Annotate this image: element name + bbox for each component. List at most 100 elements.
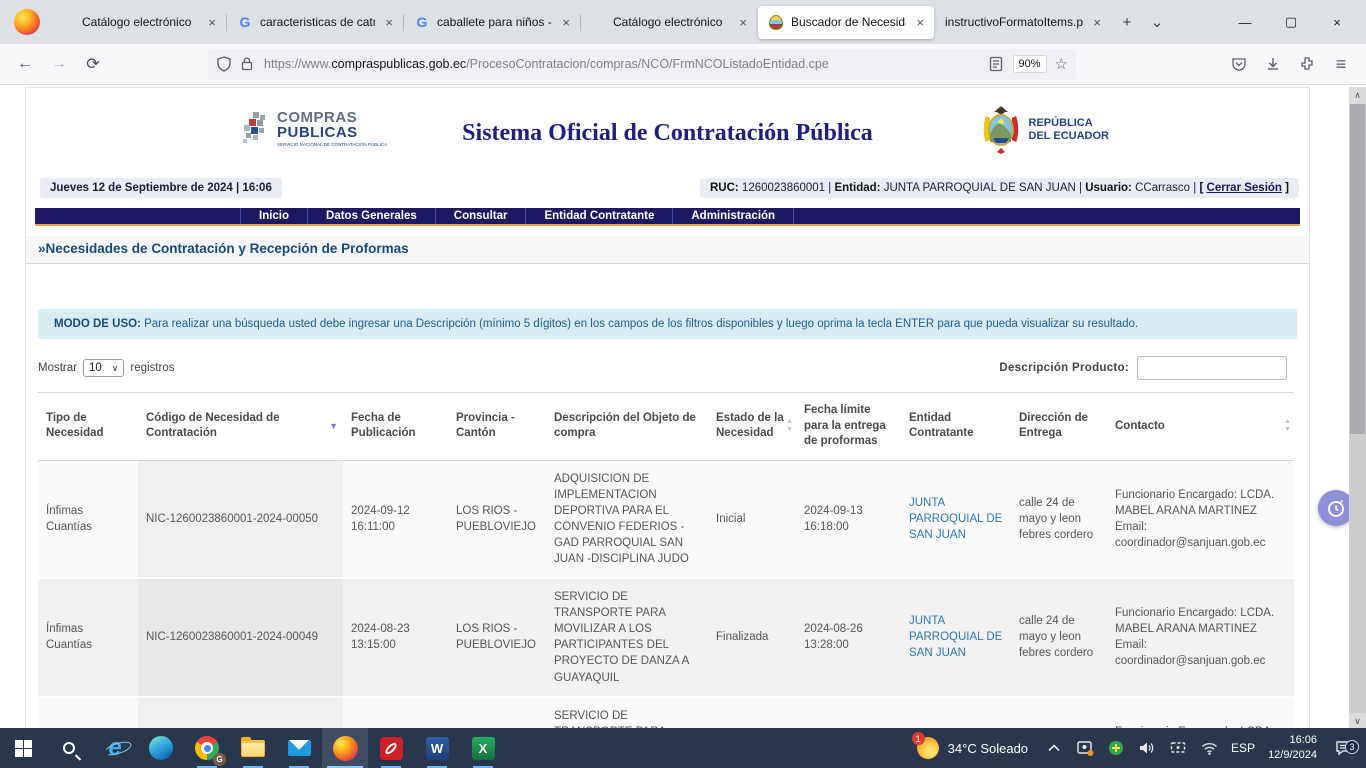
pocket-icon[interactable] bbox=[1230, 55, 1248, 73]
scrollbar-thumb[interactable] bbox=[1350, 104, 1365, 434]
minimize-button[interactable]: — bbox=[1222, 0, 1268, 44]
tab-instructivo[interactable]: instructivoFormatoItems.p × bbox=[935, 6, 1111, 39]
url-text[interactable]: https://www.compraspublicas.gob.ec/Proce… bbox=[264, 57, 981, 71]
zoom-level-button[interactable]: 90% bbox=[1013, 55, 1047, 73]
page-title-bar: »Necesidades de Contratación y Recepción… bbox=[26, 236, 1309, 264]
acrobat-icon bbox=[380, 737, 403, 760]
lock-icon[interactable] bbox=[240, 56, 256, 72]
taskbar-excel[interactable]: X bbox=[460, 728, 506, 768]
tab-caracteristicas[interactable]: G caracteristicas de catre × bbox=[227, 6, 403, 39]
word-icon: W bbox=[426, 737, 449, 760]
necesidades-table: Tipo de Necesidad Código de Necesidad de… bbox=[38, 392, 1294, 768]
url-scheme: https://www. bbox=[264, 57, 331, 71]
descripcion-producto-input[interactable] bbox=[1137, 356, 1287, 380]
col-fecha-publicacion[interactable]: Fecha de Publicación bbox=[343, 393, 448, 461]
list-tabs-icon[interactable]: ⌄ bbox=[1142, 7, 1172, 37]
sort-both-icon[interactable]: ▲▼ bbox=[786, 418, 793, 434]
new-tab-button[interactable]: + bbox=[1112, 7, 1142, 37]
scroll-up-icon[interactable]: ∧ bbox=[1349, 87, 1366, 104]
antivirus-icon[interactable] bbox=[1107, 739, 1125, 757]
reload-button[interactable]: ⟳ bbox=[78, 49, 108, 79]
taskbar-chrome[interactable]: G bbox=[184, 728, 230, 768]
tray-expand-chevron-icon[interactable] bbox=[1045, 739, 1063, 757]
screen-share-icon[interactable] bbox=[1076, 739, 1094, 757]
close-window-button[interactable]: × bbox=[1314, 0, 1360, 44]
col-estado[interactable]: Estado de la Necesidad▲▼ bbox=[708, 393, 796, 461]
windows-logo-icon bbox=[15, 740, 32, 757]
taskbar-edge[interactable] bbox=[138, 728, 184, 768]
menu-item-datos-generales[interactable]: Datos Generales bbox=[308, 208, 436, 224]
entidad-value: JUNTA PARROQUIAL DE SAN JUAN bbox=[884, 182, 1076, 194]
tab-close-icon[interactable]: × bbox=[913, 14, 927, 31]
volume-icon[interactable] bbox=[1138, 739, 1156, 757]
page-scrollbar[interactable]: ∧ ∨ bbox=[1349, 87, 1366, 730]
menu-item-inicio[interactable]: Inicio bbox=[240, 208, 308, 224]
forward-button[interactable]: → bbox=[44, 49, 74, 79]
col-contacto[interactable]: Contacto▲▼ bbox=[1107, 393, 1294, 461]
tab-title: Buscador de Necesidad bbox=[791, 15, 906, 29]
sort-both-icon[interactable]: ▲▼ bbox=[1284, 418, 1291, 434]
menu-item-consultar[interactable]: Consultar bbox=[436, 208, 527, 224]
reader-view-icon[interactable] bbox=[989, 56, 1005, 72]
tab-buscador-active[interactable]: Buscador de Necesidad × bbox=[758, 6, 934, 39]
wifi-icon[interactable] bbox=[1200, 739, 1218, 757]
col-codigo[interactable]: Código de Necesidad de Contratación▼ bbox=[138, 393, 343, 461]
taskbar-search-button[interactable] bbox=[46, 728, 92, 768]
notification-center-button[interactable]: 3 bbox=[1330, 740, 1356, 756]
menu-item-administracion[interactable]: Administración bbox=[673, 208, 794, 224]
taskbar-file-explorer[interactable] bbox=[230, 728, 276, 768]
contacto-funcionario: Funcionario Encargado: LCDA. MABEL ARANA… bbox=[1115, 487, 1286, 519]
tab-catalogo-2[interactable]: Catálogo electrónico × bbox=[581, 6, 757, 39]
tab-catalogo-1[interactable]: Catálogo electrónico × bbox=[50, 6, 226, 39]
col-direccion[interactable]: Dirección de Entrega bbox=[1011, 393, 1107, 461]
sun-icon: 1 bbox=[917, 737, 939, 759]
downloads-icon[interactable] bbox=[1264, 55, 1282, 73]
chevron-down-icon: ∨ bbox=[112, 363, 119, 374]
tab-close-icon[interactable]: × bbox=[559, 14, 573, 31]
col-provincia[interactable]: Provincia - Cantón bbox=[448, 393, 546, 461]
tab-close-icon[interactable]: × bbox=[1090, 14, 1104, 31]
firefox-logo-icon[interactable] bbox=[14, 9, 40, 35]
shield-icon[interactable] bbox=[216, 56, 232, 72]
cell-contacto: Funcionario Encargado: LCDA. MABEL ARANA… bbox=[1107, 460, 1294, 578]
show-records-select[interactable]: 10 ∨ bbox=[83, 359, 124, 377]
tab-close-icon[interactable]: × bbox=[382, 14, 396, 31]
language-indicator[interactable]: ESP bbox=[1231, 741, 1255, 755]
col-tipo-necesidad[interactable]: Tipo de Necesidad bbox=[38, 393, 138, 461]
cell-codigo: NIC-1260023860001-2024-00049 bbox=[138, 578, 343, 697]
tab-caballete[interactable]: G caballete para niños - E × bbox=[404, 6, 580, 39]
taskbar-firefox-active[interactable] bbox=[322, 728, 368, 768]
info-row: Jueves 12 de Septiembre de 2024 | 16:06 … bbox=[26, 178, 1309, 198]
taskbar-mail[interactable] bbox=[276, 728, 322, 768]
mail-icon bbox=[288, 740, 311, 756]
bookmark-star-icon[interactable]: ☆ bbox=[1055, 55, 1068, 73]
col-entidad[interactable]: Entidad Contratante bbox=[901, 393, 1011, 461]
taskbar-clock[interactable]: 16:06 12/9/2024 bbox=[1268, 733, 1317, 763]
entidad-link[interactable]: JUNTA PARROQUIAL DE SAN JUAN bbox=[909, 497, 1002, 541]
start-button[interactable] bbox=[0, 728, 46, 768]
tab-close-icon[interactable]: × bbox=[736, 14, 750, 31]
extensions-puzzle-icon[interactable] bbox=[1298, 55, 1316, 73]
taskbar-acrobat[interactable] bbox=[368, 728, 414, 768]
maximize-button[interactable]: ▢ bbox=[1268, 0, 1314, 44]
url-bar[interactable]: https://www.compraspublicas.gob.ec/Proce… bbox=[208, 49, 1076, 80]
cast-display-icon[interactable] bbox=[1169, 739, 1187, 757]
menu-item-entidad-contratante[interactable]: Entidad Contratante bbox=[526, 208, 673, 224]
sort-desc-icon[interactable]: ▼ bbox=[329, 420, 338, 432]
cerrar-sesion-link[interactable]: Cerrar Sesión bbox=[1207, 182, 1282, 194]
weather-widget[interactable]: 1 34°C Soleado bbox=[913, 737, 1032, 759]
cell-estado: Inicial bbox=[708, 460, 796, 578]
republic-line2: DEL ECUADOR bbox=[1029, 130, 1109, 143]
entidad-link[interactable]: JUNTA PARROQUIAL DE SAN JUAN bbox=[909, 615, 1002, 659]
table-controls-row: Mostrar 10 ∨ registros Descripción Produ… bbox=[26, 356, 1309, 380]
taskbar-internet-explorer[interactable]: e bbox=[92, 728, 138, 768]
cell-provincia: LOS RIOS - PUEBLOVIEJO bbox=[448, 578, 546, 697]
col-descripcion[interactable]: Descripción del Objeto de compra bbox=[546, 393, 708, 461]
col-fecha-limite[interactable]: Fecha límite para la entrega de proforma… bbox=[796, 393, 901, 461]
file-explorer-icon bbox=[241, 740, 265, 757]
menu-hamburger-icon[interactable]: ≡ bbox=[1332, 55, 1350, 73]
ecuador-coat-of-arms-icon bbox=[980, 104, 1022, 156]
tab-close-icon[interactable]: × bbox=[205, 14, 219, 31]
taskbar-word[interactable]: W bbox=[414, 728, 460, 768]
back-button[interactable]: ← bbox=[10, 49, 40, 79]
